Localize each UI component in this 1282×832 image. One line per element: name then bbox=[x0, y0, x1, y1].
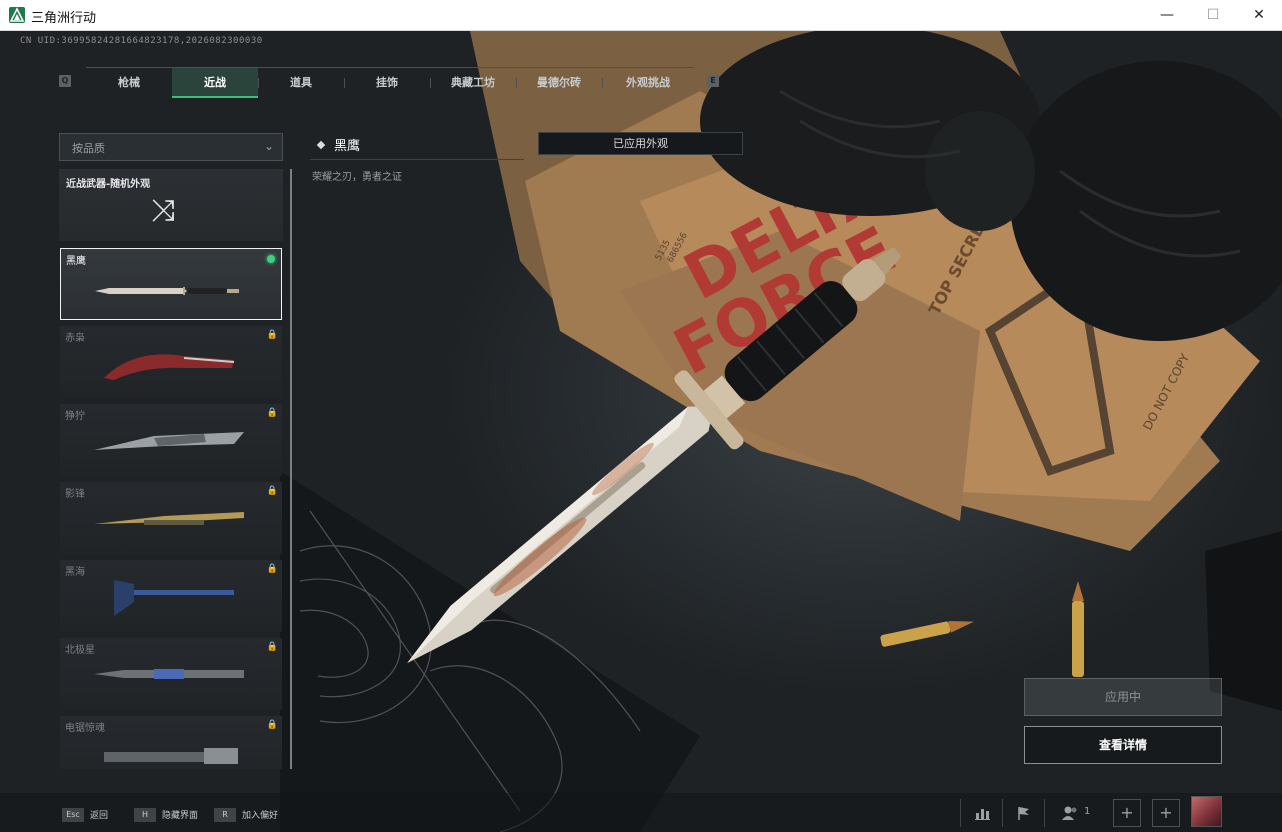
lock-icon: 🔒 bbox=[266, 408, 278, 418]
skin-title: 黑鹰 bbox=[316, 135, 361, 154]
app-logo-icon bbox=[9, 7, 25, 23]
skin-thumbnail bbox=[104, 354, 235, 380]
skin-description: 荣耀之刃，勇者之证 bbox=[312, 172, 402, 183]
applying-button[interactable]: 应用中 bbox=[1024, 678, 1222, 716]
hint-favorite-label: 加入偏好 bbox=[242, 811, 279, 821]
tab-melee[interactable]: 近战 bbox=[172, 68, 258, 98]
skin-card-heihai[interactable]: 黑海 🔒 bbox=[60, 560, 282, 632]
tab-prev-key-hint[interactable]: Q bbox=[59, 75, 71, 87]
bottom-separator bbox=[1002, 799, 1003, 827]
key-h: H bbox=[134, 807, 156, 822]
quality-filter-dropdown[interactable]: 按品质 ⌄ bbox=[59, 133, 283, 161]
lock-icon: 🔒 bbox=[266, 486, 278, 496]
skin-card-dianju[interactable]: 电锯惊魂 🔒 bbox=[60, 716, 282, 769]
lock-icon: 🔒 bbox=[266, 330, 278, 340]
title-divider bbox=[310, 159, 524, 160]
skin-card-name: 黑鹰 bbox=[66, 256, 86, 267]
close-button[interactable]: ✕ bbox=[1236, 0, 1282, 31]
skin-thumbnail bbox=[114, 580, 234, 616]
skin-card-zhengning[interactable]: 狰狞 🔒 bbox=[60, 404, 282, 476]
bullets bbox=[880, 581, 1084, 677]
lock-icon: 🔒 bbox=[266, 642, 278, 652]
maximize-button[interactable]: ☐ bbox=[1190, 0, 1236, 31]
skin-thumbnail bbox=[94, 669, 244, 679]
tab-separator bbox=[258, 78, 259, 88]
shuffle-icon: ⤨ bbox=[151, 193, 175, 228]
view-details-button[interactable]: 查看详情 bbox=[1024, 726, 1222, 764]
skin-card-chixiao[interactable]: 赤枭 🔒 bbox=[60, 326, 282, 398]
player-uid: CN UID:36995824281664823178,202608230003… bbox=[20, 36, 263, 46]
chevron-down-icon: ⌄ bbox=[263, 139, 274, 153]
map-sheet bbox=[280, 471, 700, 832]
skin-card-beijixing[interactable]: 北极星 🔒 bbox=[60, 638, 282, 710]
flag-icon[interactable] bbox=[1010, 799, 1038, 827]
skin-card-name: 黑海 bbox=[65, 567, 85, 578]
minimize-button[interactable]: — bbox=[1144, 0, 1190, 31]
lock-icon: 🔒 bbox=[266, 720, 278, 730]
key-r: R bbox=[214, 807, 236, 822]
bottom-separator bbox=[960, 799, 961, 827]
add-squad-member-button[interactable]: + bbox=[1152, 799, 1180, 827]
diamond-icon bbox=[316, 140, 326, 150]
hint-favorite[interactable]: R 加入偏好 bbox=[214, 804, 278, 822]
hint-back[interactable]: Esc 返回 bbox=[62, 804, 108, 822]
skin-card-yingfeng[interactable]: 影锋 🔒 bbox=[60, 482, 282, 554]
avatar[interactable] bbox=[1191, 796, 1222, 827]
window-title: 三角洲行动 bbox=[31, 11, 97, 26]
skin-list: 近战武器-随机外观 ⤨ 黑鹰 赤枭 🔒 狰狞 🔒 影锋 🔒 黑海 🔒 北极星 🔒… bbox=[59, 169, 289, 769]
hint-back-label: 返回 bbox=[90, 811, 109, 821]
add-squad-member-button[interactable]: + bbox=[1113, 799, 1141, 827]
skin-thumbnail bbox=[94, 432, 244, 450]
skin-thumbnail bbox=[94, 512, 244, 525]
skin-thumbnail bbox=[104, 748, 238, 764]
squad-count: 1 bbox=[1084, 806, 1091, 817]
tab-items[interactable]: 道具 bbox=[258, 68, 344, 98]
equipped-indicator bbox=[267, 255, 275, 263]
applied-status-tag: 已应用外观 bbox=[538, 132, 743, 155]
tab-charms[interactable]: 挂饰 bbox=[344, 68, 430, 98]
lock-icon: 🔒 bbox=[266, 564, 278, 574]
skin-card-name: 狰狞 bbox=[65, 411, 85, 422]
game-viewport: DELTA FORCE TOP SECRET 5135 686556 DO NO… bbox=[0, 31, 1282, 832]
tab-appearance-challenge[interactable]: 外观挑战 bbox=[602, 68, 694, 98]
bottom-separator bbox=[1044, 799, 1045, 827]
skin-card-black-hawk[interactable]: 黑鹰 bbox=[60, 248, 282, 320]
skin-card-name: 影锋 bbox=[65, 489, 85, 500]
skin-thumbnail bbox=[95, 287, 239, 295]
stats-icon[interactable] bbox=[968, 799, 996, 827]
skin-card-name: 电锯惊魂 bbox=[65, 723, 105, 734]
tab-mandel-brick[interactable]: 曼德尔砖 bbox=[516, 68, 602, 98]
key-esc: Esc bbox=[62, 807, 84, 822]
skin-card-name: 北极星 bbox=[65, 645, 95, 656]
window-titlebar: 三角洲行动 — ☐ ✕ bbox=[0, 0, 1282, 31]
list-scrollbar[interactable] bbox=[290, 169, 292, 769]
random-skin-card[interactable]: 近战武器-随机外观 ⤨ bbox=[59, 169, 283, 241]
filter-label: 按品质 bbox=[72, 142, 105, 155]
tab-collection-workshop[interactable]: 典藏工坊 bbox=[430, 68, 516, 98]
category-tabbar: 枪械 近战 道具 挂饰 典藏工坊 曼德尔砖 外观挑战 bbox=[86, 67, 694, 98]
tab-next-key-hint[interactable]: E bbox=[707, 75, 719, 87]
squad-icon[interactable] bbox=[1056, 799, 1084, 827]
skin-card-name: 赤枭 bbox=[65, 333, 85, 344]
tab-firearms[interactable]: 枪械 bbox=[86, 68, 172, 98]
hint-hide-ui-label: 隐藏界面 bbox=[162, 811, 199, 821]
hint-hide-ui[interactable]: H 隐藏界面 bbox=[134, 804, 198, 822]
random-skin-label: 近战武器-随机外观 bbox=[66, 179, 151, 190]
skin-title-text: 黑鹰 bbox=[334, 139, 361, 154]
